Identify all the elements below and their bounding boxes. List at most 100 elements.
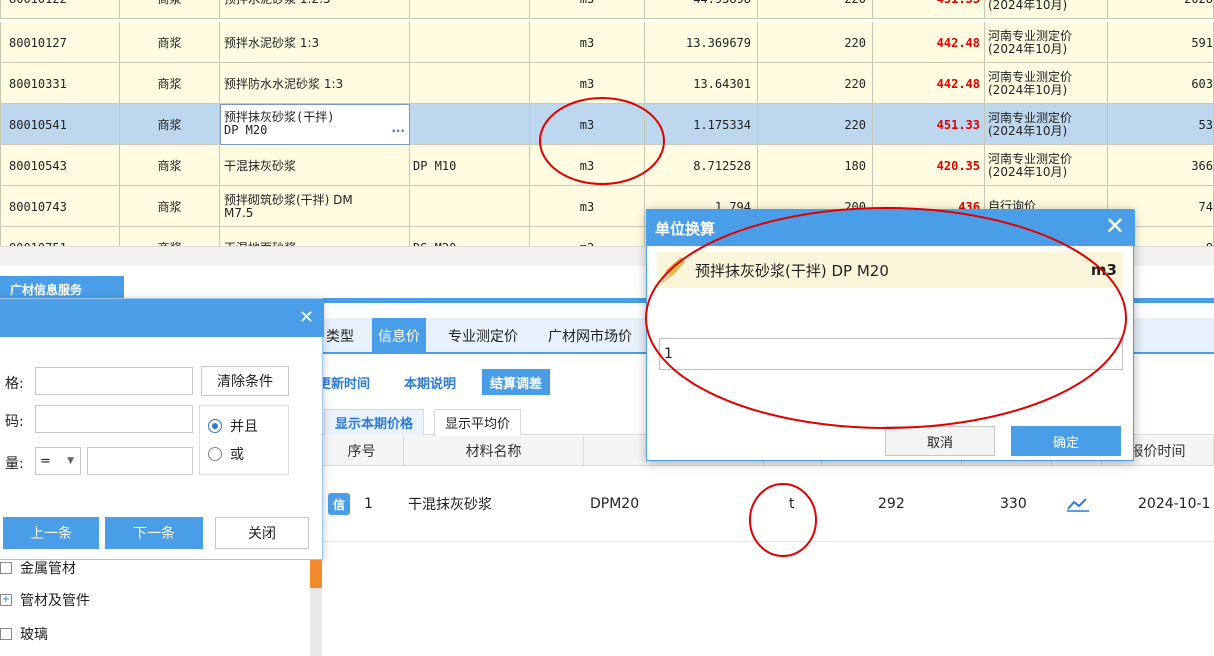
- name-line1: 预拌抹灰砂浆(干拌): [224, 110, 335, 124]
- unit-cell: m3: [530, 104, 645, 145]
- tree-scrollbar[interactable]: [310, 560, 322, 656]
- unit-cell: m3: [530, 186, 645, 227]
- total-cell: 591: [1108, 22, 1214, 63]
- cancel-button[interactable]: 取消: [885, 426, 995, 456]
- scrollbar-thumb[interactable]: [310, 560, 322, 588]
- tab-professional-price[interactable]: 专业测定价: [442, 318, 524, 354]
- info-badge: 信: [328, 493, 350, 515]
- tab-market-price[interactable]: 广材网市场价: [542, 318, 638, 354]
- radio-and[interactable]: 并且: [208, 416, 258, 436]
- name-text: 预拌抹灰砂浆(干拌) DP M20: [224, 111, 334, 137]
- table-row-selected[interactable]: 80010541 商浆 预拌抹灰砂浆(干拌) DP M20 ··· m3 1.1…: [0, 104, 1214, 145]
- price-cell: 442.48: [873, 22, 985, 63]
- conversion-input[interactable]: 1: [659, 338, 1123, 370]
- spec-cell: DP M10: [410, 145, 530, 186]
- source-cell: 河南专业测定价 (2024年10月): [985, 145, 1108, 186]
- spec-input[interactable]: [35, 367, 193, 395]
- tab-type[interactable]: 类型: [320, 318, 360, 354]
- spec-cell: DPM20: [590, 496, 640, 512]
- operator-select[interactable]: = ▼: [35, 447, 81, 475]
- tree-item-pipes[interactable]: + 管材及管件: [0, 584, 90, 616]
- source-line1: 河南专业测定价: [988, 69, 1073, 84]
- close-icon[interactable]: ✕: [299, 307, 314, 328]
- tree-item-metal-pipe[interactable]: 金属管材: [0, 552, 76, 584]
- code-cell: 80010743: [0, 186, 120, 227]
- confirm-button[interactable]: 确定: [1011, 426, 1121, 456]
- spec-cell: [410, 0, 530, 19]
- radio-or-label: 或: [230, 447, 244, 463]
- col-index: 序号: [320, 436, 404, 466]
- pencil-icon: [662, 257, 685, 284]
- table-row[interactable]: 80010127 商浆 预拌水泥砂浆 1:3 m3 13.369679 220 …: [0, 22, 1214, 63]
- type-cell: 商浆: [120, 227, 220, 246]
- tax-cell: 220: [758, 63, 873, 104]
- unit-cell: t: [789, 496, 795, 512]
- radio-or[interactable]: 或: [208, 444, 244, 464]
- close-button[interactable]: 关闭: [215, 517, 309, 549]
- price-cell: 442.48: [873, 63, 985, 104]
- code-cell: 80010541: [0, 104, 120, 145]
- name-cell: 预拌防水水泥砂浆 1:3: [220, 63, 410, 104]
- unit-cell: m3: [530, 0, 645, 19]
- source-cell: 河南专业测定价 (2024年10月): [985, 63, 1108, 104]
- total-cell: 603: [1108, 63, 1214, 104]
- material-info: 预拌抹灰砂浆(干拌) DP M20 m3: [657, 252, 1123, 288]
- spec-cell: [410, 63, 530, 104]
- chevron-down-icon: ▼: [67, 456, 74, 466]
- source-cell: (2024年10月): [985, 0, 1108, 19]
- unit-cell: m3: [530, 227, 645, 246]
- radio-and-label: 并且: [230, 419, 258, 435]
- expand-icon[interactable]: +: [0, 594, 12, 606]
- more-icon[interactable]: ···: [391, 124, 405, 138]
- date-cell: 2024-10-1: [1138, 496, 1211, 512]
- quantity-cell: 44.93898: [645, 0, 758, 19]
- type-cell: 商浆: [120, 145, 220, 186]
- show-current-price-tab[interactable]: 显示本期价格: [324, 409, 425, 435]
- tree-item-glass[interactable]: 玻璃: [0, 618, 48, 650]
- name-cell: 预拌砌筑砂浆(干拌) DM M7.5: [220, 186, 410, 227]
- next-button[interactable]: 下一条: [105, 517, 203, 549]
- dialog-title: 单位换算 ✕: [647, 210, 1135, 246]
- tab-info-price[interactable]: 信息价: [372, 318, 426, 354]
- table-row[interactable]: 信 1 干混抹灰砂浆 DPM20 t 292 330 2024-10-1: [320, 466, 1214, 542]
- type-cell: 商浆: [120, 186, 220, 227]
- period-note-button[interactable]: 本期说明: [396, 369, 464, 395]
- source-line2: (2024年10月): [988, 41, 1068, 56]
- operator-value: =: [40, 453, 51, 469]
- category-tree: 金属管材 + 管材及管件 玻璃: [0, 560, 310, 656]
- source-line2: (2024年10月): [988, 82, 1068, 97]
- code-cell: 80010331: [0, 63, 120, 104]
- unit-conversion-dialog: 单位换算 ✕ 预拌抹灰砂浆(干拌) DP M20 m3 1 取消 确定: [646, 209, 1135, 461]
- quantity-input[interactable]: [87, 447, 193, 475]
- show-average-price-tab[interactable]: 显示平均价: [434, 409, 522, 435]
- type-cell: 商浆: [120, 0, 220, 19]
- source-line1: 河南专业测定价: [988, 28, 1073, 43]
- name-cell: 预拌水泥砂浆 1:2.5: [220, 0, 410, 19]
- material-unit: m3: [1090, 261, 1117, 279]
- name-edit-cell[interactable]: 预拌抹灰砂浆(干拌) DP M20 ···: [220, 104, 410, 145]
- clear-conditions-button[interactable]: 清除条件: [201, 366, 289, 396]
- code-input[interactable]: [35, 405, 193, 433]
- unit-cell: m3: [530, 145, 645, 186]
- close-icon[interactable]: ✕: [1105, 212, 1125, 240]
- price-cell: 420.35: [873, 145, 985, 186]
- source-cell: 河南专业测定价 (2024年10月): [985, 22, 1108, 63]
- table-row[interactable]: 80010122 商浆 预拌水泥砂浆 1:2.5 m3 44.93898 220…: [0, 0, 1214, 19]
- code-label: 码:: [5, 414, 24, 430]
- settlement-adjust-button[interactable]: 结算调差: [482, 369, 551, 395]
- tax-cell: 220: [758, 22, 873, 63]
- radio-checked-icon: [208, 419, 222, 433]
- quantity-cell: 13.369679: [645, 22, 758, 63]
- table-row[interactable]: 80010331 商浆 预拌防水水泥砂浆 1:3 m3 13.64301 220…: [0, 63, 1214, 104]
- trend-chart-icon[interactable]: [1066, 466, 1090, 542]
- tree-item-label: 管材及管件: [20, 593, 90, 609]
- tree-item-label: 金属管材: [20, 561, 76, 577]
- total-cell: 366: [1108, 145, 1214, 186]
- table-row[interactable]: 80010543 商浆 干混抹灰砂浆 DP M10 m3 8.712528 18…: [0, 145, 1214, 186]
- quantity-label: 量:: [5, 456, 24, 472]
- source-line1: 河南专业测定价: [988, 151, 1073, 166]
- total-cell: 2028: [1108, 0, 1214, 19]
- total-cell: 53: [1108, 104, 1214, 145]
- spec-cell: [410, 22, 530, 63]
- prev-button[interactable]: 上一条: [3, 517, 99, 549]
